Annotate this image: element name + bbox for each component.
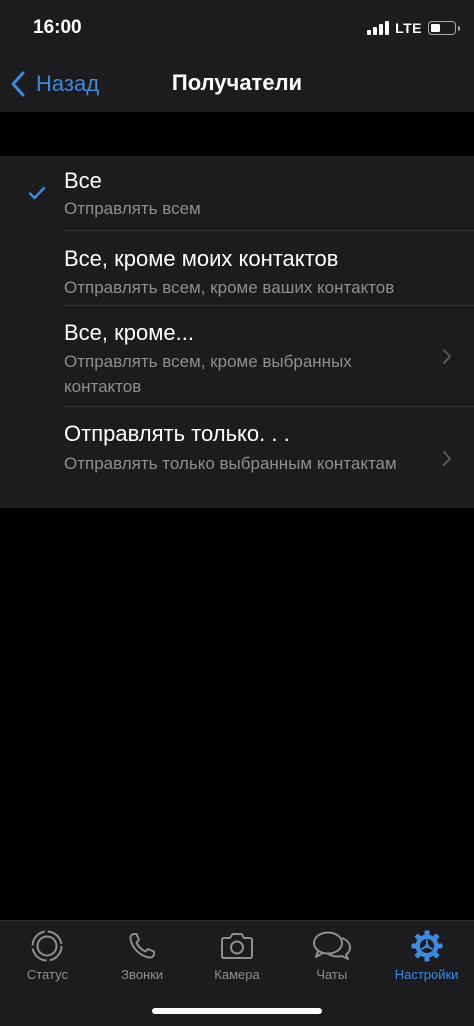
settings-gear-icon <box>411 930 443 962</box>
network-type: LTE <box>395 20 422 36</box>
status-icon <box>31 930 63 962</box>
tab-label: Камера <box>214 967 260 982</box>
status-time: 16:00 <box>33 17 82 38</box>
chevron-right-icon <box>443 451 451 466</box>
option-title: Все, кроме моих контактов <box>64 246 339 271</box>
option-subtitle: Отправлять всем <box>64 199 201 218</box>
option-title: Все, кроме... <box>64 320 194 345</box>
option-subtitle: Отправлять только выбранным контактам <box>64 454 397 473</box>
home-indicator <box>152 1008 322 1014</box>
back-label: Назад <box>36 71 100 96</box>
chevron-left-icon <box>11 71 25 97</box>
tab-status[interactable]: Статус <box>0 921 95 1026</box>
phone-icon <box>129 933 156 959</box>
option-subtitle: Отправлять всем, кроме выбранных контакт… <box>64 352 352 396</box>
option-title: Все <box>64 168 102 193</box>
tab-settings[interactable]: Настройки <box>379 921 474 1026</box>
tab-label: Статус <box>26 967 68 982</box>
option-except-my-contacts[interactable]: Все, кроме моих контактов Отправлять все… <box>0 231 474 306</box>
tab-label: Звонки <box>121 967 164 982</box>
option-except-selected[interactable]: Все, кроме... Отправлять всем, кроме выб… <box>0 306 474 407</box>
option-subtitle: Отправлять всем, кроме ваших контактов <box>64 278 395 297</box>
option-only-share-with[interactable]: Отправлять только. . . Отправлять только… <box>0 407 474 508</box>
checkmark-icon <box>28 186 46 200</box>
battery-icon <box>428 21 460 35</box>
chevron-right-icon <box>443 349 451 364</box>
camera-icon <box>220 933 253 959</box>
navigation-bar: Назад Получатели <box>0 58 474 112</box>
chats-icon <box>312 931 351 960</box>
option-title: Отправлять только. . . <box>64 421 290 446</box>
tab-label: Настройки <box>394 967 459 982</box>
back-button[interactable]: Назад <box>10 66 99 102</box>
recipients-options-list: Все Отправлять всем Все, кроме моих конт… <box>0 156 474 508</box>
signal-strength-icon <box>367 21 390 35</box>
status-indicators: LTE <box>367 20 460 36</box>
status-bar: 16:00 LTE <box>0 0 474 58</box>
tab-label: Чаты <box>316 967 348 982</box>
option-everyone[interactable]: Все Отправлять всем <box>0 156 474 231</box>
